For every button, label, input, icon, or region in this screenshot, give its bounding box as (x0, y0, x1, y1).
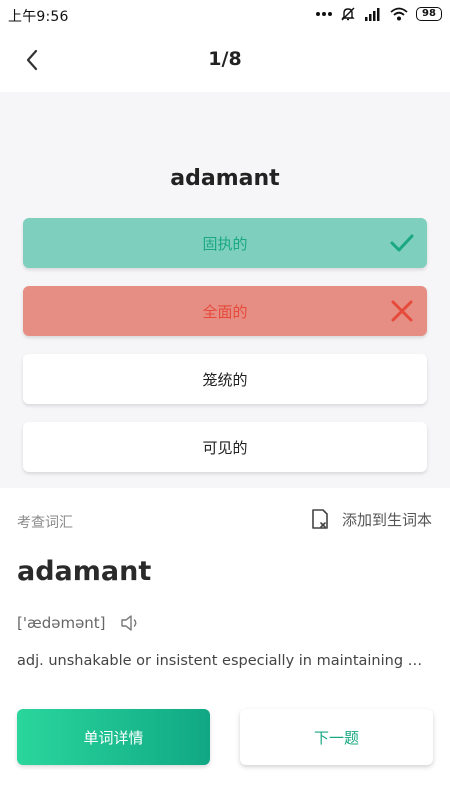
option-label: 全面的 (202, 302, 248, 321)
option-correct[interactable]: 固执的 (23, 218, 427, 268)
wifi-icon (390, 5, 408, 23)
next-question-button[interactable]: 下一题 (240, 709, 433, 765)
signal-icon (364, 5, 382, 23)
section-label: 考查词汇 (17, 515, 73, 531)
add-to-vocab-button[interactable]: 添加到生词本 (310, 508, 432, 530)
detail-word: adamant (17, 556, 152, 587)
definition: adj. unshakable or insistent especially … (17, 653, 427, 669)
option-label: 固执的 (202, 234, 248, 253)
option-3[interactable]: 笼统的 (23, 354, 427, 404)
word-detail-panel: 考查词汇 添加到生词本 adamant ['ædəmənt] adj. unsh… (0, 488, 450, 800)
add-vocab-icon (312, 509, 328, 529)
status-bar: 上午9:56 98 (0, 0, 450, 28)
add-vocab-label: 添加到生词本 (341, 510, 432, 529)
phonetic: ['ædəmənt] (17, 614, 106, 632)
status-time: 上午9:56 (8, 9, 69, 25)
mute-icon (340, 5, 356, 23)
top-bar: 1/8 (0, 28, 450, 92)
question-counter: 1/8 (208, 48, 242, 70)
status-icons: 98 (316, 5, 442, 23)
option-label: 笼统的 (202, 370, 248, 389)
option-label: 可见的 (202, 438, 248, 457)
option-4[interactable]: 可见的 (23, 422, 427, 472)
phonetic-row: ['ædəmənt] (17, 614, 142, 632)
battery-icon: 98 (416, 7, 442, 21)
more-dots-icon (316, 5, 332, 23)
check-icon (390, 234, 414, 252)
quiz-area: adamant 固执的 全面的 笼统的 可见的 (0, 92, 450, 488)
cross-icon (391, 300, 413, 322)
speaker-icon[interactable] (120, 614, 142, 632)
word-details-button[interactable]: 单词详情 (17, 709, 210, 765)
quiz-word: adamant (170, 166, 280, 191)
option-wrong[interactable]: 全面的 (23, 286, 427, 336)
